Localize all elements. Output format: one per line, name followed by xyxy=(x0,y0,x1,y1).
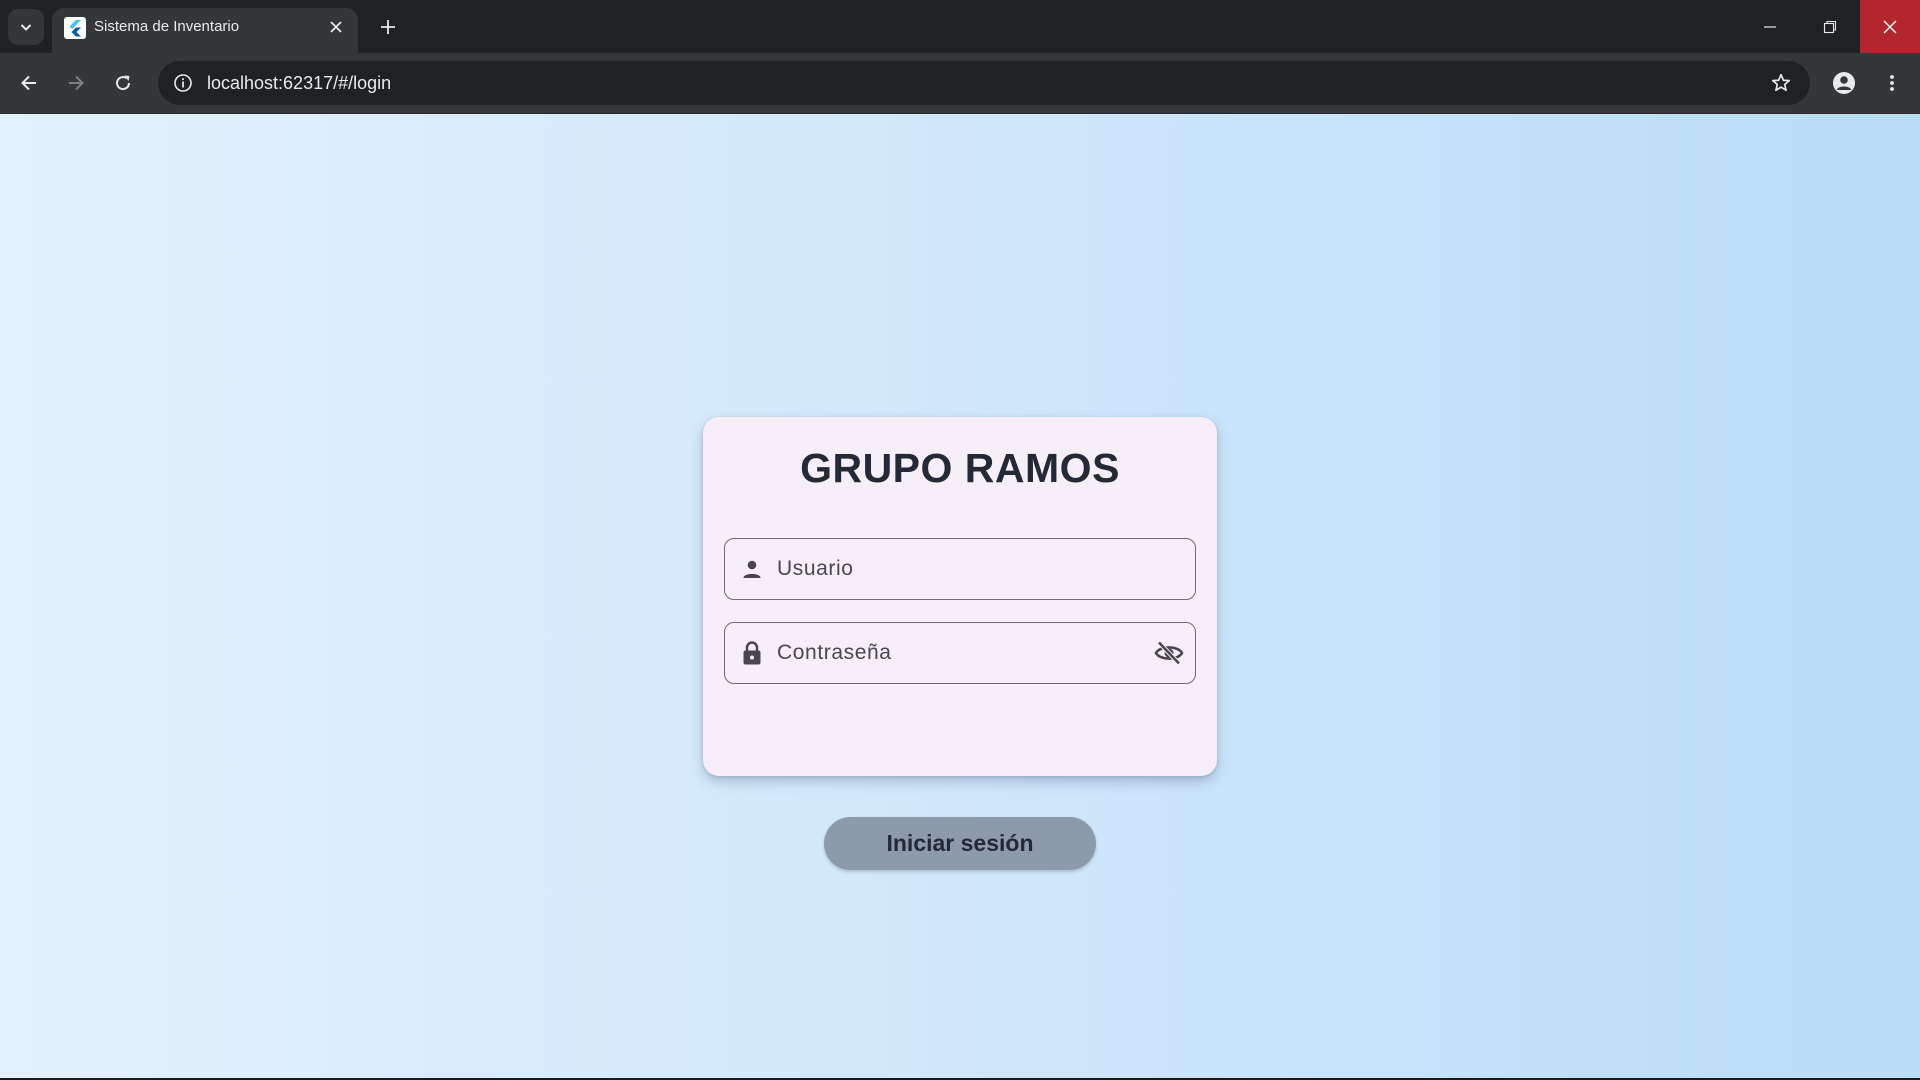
forward-button[interactable] xyxy=(58,65,94,101)
close-icon xyxy=(1883,20,1897,33)
arrow-left-icon xyxy=(21,75,36,91)
window-minimize-button[interactable] xyxy=(1740,0,1800,53)
eye-off-icon xyxy=(1154,640,1184,666)
plus-icon xyxy=(381,20,395,34)
more-vertical-icon xyxy=(1890,75,1894,91)
flutter-favicon-icon xyxy=(64,17,86,39)
chevron-down-icon xyxy=(20,24,32,31)
login-button[interactable]: Iniciar sesión xyxy=(824,817,1096,870)
browser-toolbar: localhost:62317/#/login xyxy=(0,53,1920,114)
profile-button[interactable] xyxy=(1826,65,1862,101)
window-restore-button[interactable] xyxy=(1800,0,1860,53)
browser-menu-button[interactable] xyxy=(1874,65,1910,101)
reload-button[interactable] xyxy=(105,65,141,101)
browser-tab-active[interactable]: Sistema de Inventario xyxy=(52,8,358,53)
lock-icon xyxy=(739,640,765,666)
arrow-right-icon xyxy=(69,75,84,91)
page-viewport: GRUPO RAMOS Iniciar sesión xyxy=(0,114,1920,1078)
person-icon xyxy=(739,556,765,582)
password-field[interactable] xyxy=(724,622,1196,684)
minimize-icon xyxy=(1764,25,1776,28)
toggle-password-visibility-button[interactable] xyxy=(1153,638,1185,668)
tab-search-button[interactable] xyxy=(8,9,44,45)
username-field[interactable] xyxy=(724,538,1196,600)
star-icon xyxy=(1771,73,1791,92)
reload-icon xyxy=(116,75,131,91)
page-title: GRUPO RAMOS xyxy=(800,445,1120,491)
tab-close-button[interactable] xyxy=(324,15,348,39)
restore-icon xyxy=(1823,20,1837,33)
new-tab-button[interactable] xyxy=(372,11,404,43)
url-text[interactable]: localhost:62317/#/login xyxy=(207,73,391,94)
password-input[interactable] xyxy=(777,623,1137,682)
login-card: GRUPO RAMOS Iniciar sesión xyxy=(703,417,1217,870)
browser-tabstrip: Sistema de Inventario xyxy=(0,0,1920,53)
close-icon xyxy=(330,21,342,33)
account-icon xyxy=(1833,72,1855,94)
window-close-button[interactable] xyxy=(1860,0,1920,53)
tab-title: Sistema de Inventario xyxy=(94,18,240,35)
address-bar[interactable]: localhost:62317/#/login xyxy=(158,61,1810,105)
info-icon xyxy=(174,74,192,92)
bookmark-button[interactable] xyxy=(1764,66,1798,100)
username-input[interactable] xyxy=(777,539,1137,598)
back-button[interactable] xyxy=(11,65,47,101)
site-info-button[interactable] xyxy=(166,66,200,100)
